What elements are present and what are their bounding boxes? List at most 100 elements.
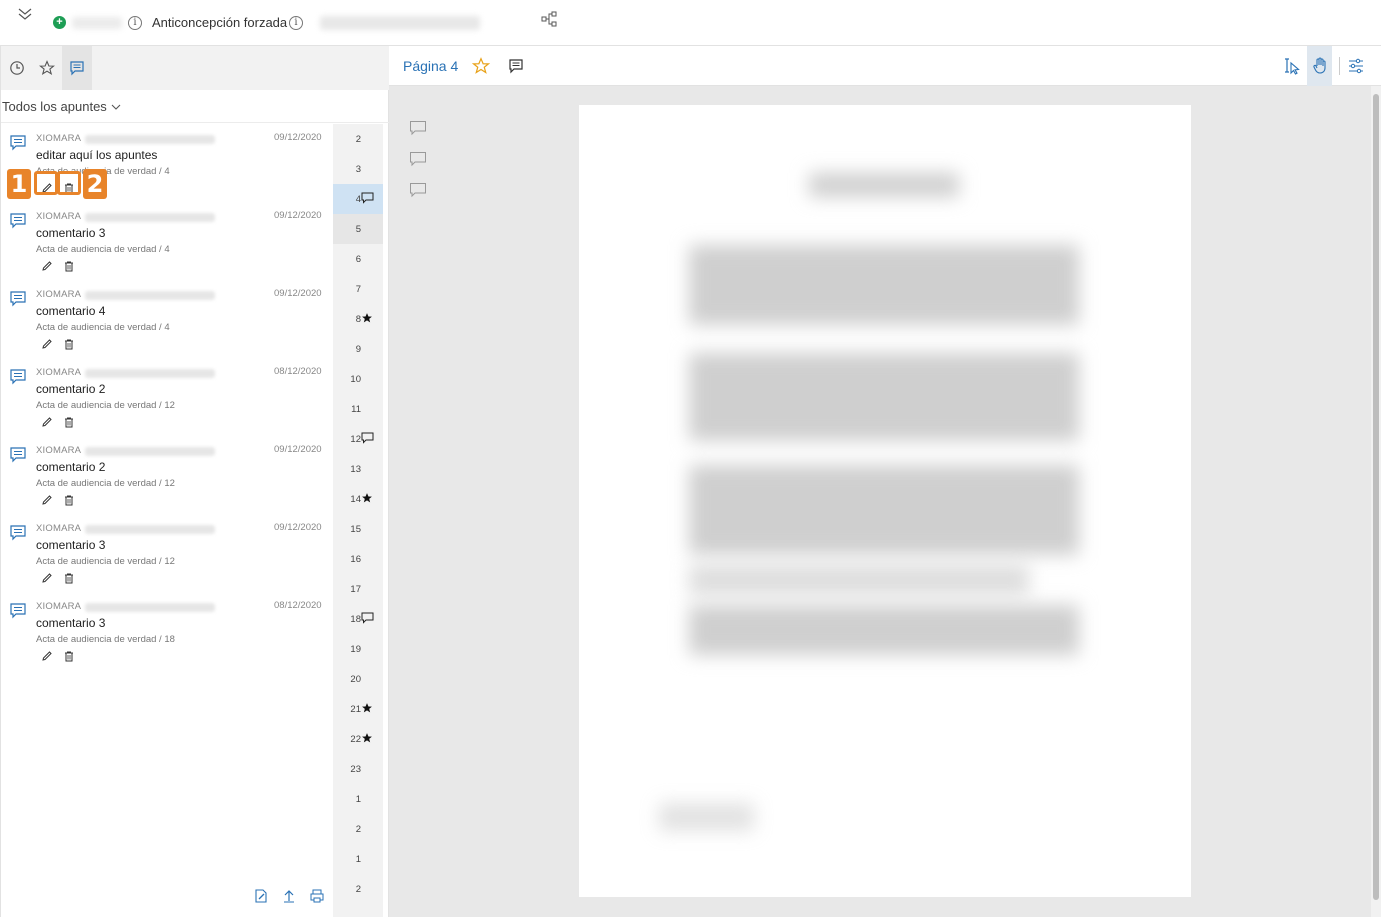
note-source: Acta de audiencia de verdad / 18 <box>36 634 175 645</box>
page-thumb-18[interactable]: 19 <box>333 634 383 664</box>
tab-notes[interactable] <box>62 46 92 90</box>
tab-favorites[interactable] <box>32 46 62 90</box>
margin-comment-icon[interactable] <box>409 182 427 198</box>
page-thumb-1[interactable]: 2 <box>333 124 383 154</box>
edit-pencil-icon[interactable] <box>39 414 55 430</box>
settings-sliders-icon[interactable] <box>1347 57 1365 75</box>
info-icon[interactable]: i <box>128 16 142 30</box>
edit-pencil-icon[interactable] <box>39 492 55 508</box>
hand-tool-button[interactable] <box>1307 46 1332 86</box>
redacted-author-name <box>85 525 215 534</box>
note-source: Acta de audiencia de verdad / 4 <box>36 322 170 333</box>
page-thumb-10[interactable]: 11 <box>333 394 383 424</box>
note-item[interactable]: XIOMARA 09/12/2020 comentario 4 Acta de aud… <box>1 282 331 360</box>
page-thumb-21[interactable]: 22 <box>333 724 383 754</box>
page-thumb-23[interactable]: 1 <box>333 784 383 814</box>
text-select-tool-icon[interactable] <box>1283 56 1301 76</box>
page-number: 6 <box>355 254 361 265</box>
bookmark-star-icon[interactable] <box>472 57 490 75</box>
notes-filter-dropdown[interactable]: Todos los apuntes <box>2 99 121 114</box>
page-thumb-15[interactable]: 16 <box>333 544 383 574</box>
delete-trash-icon[interactable] <box>61 258 77 274</box>
page-thumb-6[interactable]: 7 <box>333 274 383 304</box>
vertical-scrollbar[interactable] <box>1371 86 1381 917</box>
hierarchy-tree-icon[interactable] <box>541 11 557 27</box>
margin-comment-icon[interactable] <box>409 151 427 167</box>
page-thumb-19[interactable]: 20 <box>333 664 383 694</box>
page-thumb-13[interactable]: 14 <box>333 484 383 514</box>
page-thumb-24[interactable]: 2 <box>333 814 383 844</box>
page-number: 22 <box>350 734 361 745</box>
add-comment-icon[interactable] <box>508 58 524 74</box>
page-number: 11 <box>351 404 361 415</box>
note-title: comentario 3 <box>36 226 106 240</box>
note-item[interactable]: XIOMARA 09/12/2020 comentario 3 Acta de aud… <box>1 204 331 282</box>
page-thumb-22[interactable]: 23 <box>333 754 383 784</box>
page-thumb-3[interactable]: 4 <box>333 184 383 214</box>
current-page-label: Página 4 <box>403 58 459 74</box>
comment-marker-icon <box>361 432 374 444</box>
export-notes-icon[interactable] <box>253 888 269 904</box>
edit-pencil-icon[interactable] <box>39 336 55 352</box>
note-author: XIOMARA <box>36 445 82 456</box>
print-icon[interactable] <box>309 888 325 904</box>
note-item[interactable]: XIOMARA 09/12/2020 comentario 3 Acta de aud… <box>1 516 331 594</box>
page-thumb-27[interactable] <box>333 904 383 917</box>
page-number: 2 <box>355 134 361 145</box>
redacted-paragraph <box>689 465 1079 555</box>
note-title: comentario 4 <box>36 304 106 318</box>
page-thumb-2[interactable]: 3 <box>333 154 383 184</box>
comment-marker-icon <box>361 612 374 624</box>
note-date: 08/12/2020 <box>274 366 322 377</box>
edit-pencil-icon[interactable] <box>39 648 55 664</box>
page-thumb-11[interactable]: 12 <box>333 424 383 454</box>
sidebar-tabs <box>1 46 390 90</box>
filter-label: Todos los apuntes <box>2 99 107 114</box>
page-thumb-17[interactable]: 18 <box>333 604 383 634</box>
page-thumb-20[interactable]: 21 <box>333 694 383 724</box>
upload-icon[interactable] <box>281 888 297 904</box>
delete-trash-icon[interactable] <box>61 414 77 430</box>
page-thumb-5[interactable]: 6 <box>333 244 383 274</box>
page-number: 19 <box>350 644 361 655</box>
star-marker-icon <box>361 732 373 744</box>
notes-sidebar: Todos los apuntes XIOMARA 09/12/2020 edita… <box>0 46 390 917</box>
margin-comment-icon[interactable] <box>409 120 427 136</box>
top-bar: + i Anticoncepción forzada i <box>0 0 1381 46</box>
page-thumb-9[interactable]: 10 <box>333 364 383 394</box>
page-thumb-16[interactable]: 17 <box>333 574 383 604</box>
page-number: 2 <box>355 884 361 895</box>
delete-trash-icon[interactable] <box>61 570 77 586</box>
callout-2: 2 <box>83 169 107 199</box>
edit-pencil-icon[interactable] <box>39 570 55 586</box>
page-number: 5 <box>355 224 361 235</box>
page-thumb-4[interactable]: 5 <box>333 214 383 244</box>
note-item[interactable]: XIOMARA 09/12/2020 comentario 2 Acta de aud… <box>1 438 331 516</box>
comment-icon <box>70 61 84 76</box>
info-icon[interactable]: i <box>289 16 303 30</box>
delete-trash-icon[interactable] <box>61 648 77 664</box>
page-thumb-8[interactable]: 9 <box>333 334 383 364</box>
page-thumb-14[interactable]: 15 <box>333 514 383 544</box>
note-source: Acta de audiencia de verdad / 4 <box>36 244 170 255</box>
add-icon[interactable]: + <box>53 16 66 29</box>
note-comment-icon <box>9 134 27 152</box>
tab-history[interactable] <box>2 46 32 90</box>
page-thumb-26[interactable]: 2 <box>333 874 383 904</box>
edit-pencil-icon[interactable] <box>39 258 55 274</box>
page-thumb-7[interactable]: 8 <box>333 304 383 334</box>
scrollbar-thumb[interactable] <box>1373 94 1379 900</box>
note-author: XIOMARA <box>36 133 82 144</box>
delete-trash-icon[interactable] <box>61 492 77 508</box>
note-comment-icon <box>9 446 27 464</box>
redacted-author-name <box>85 135 215 144</box>
note-item[interactable]: XIOMARA 08/12/2020 comentario 2 Acta de aud… <box>1 360 331 438</box>
delete-trash-icon[interactable] <box>61 336 77 352</box>
note-comment-icon <box>9 524 27 542</box>
page-thumb-12[interactable]: 13 <box>333 454 383 484</box>
note-item[interactable]: XIOMARA 08/12/2020 comentario 3 Acta de aud… <box>1 594 331 672</box>
page-thumb-25[interactable]: 1 <box>333 844 383 874</box>
star-icon <box>39 60 55 76</box>
page-number: 23 <box>350 764 361 775</box>
collapse-chevron-icon[interactable] <box>15 5 35 25</box>
